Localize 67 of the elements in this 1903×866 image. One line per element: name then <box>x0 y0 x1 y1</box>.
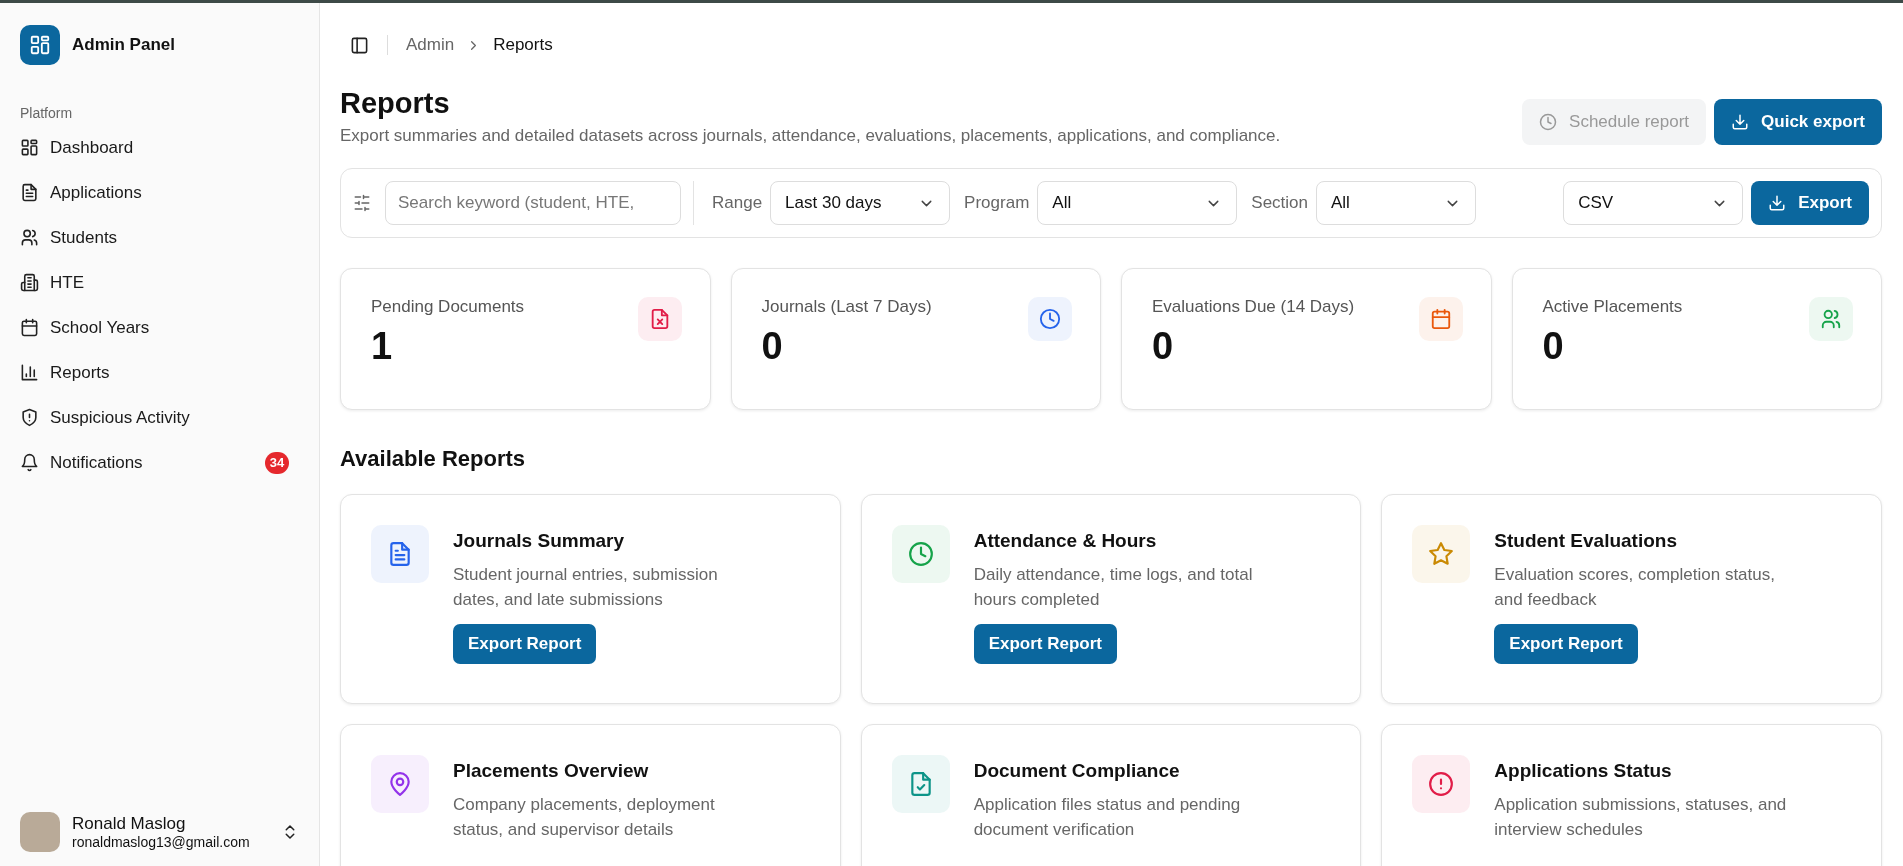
sidebar-item[interactable]: Dashboard <box>12 129 307 166</box>
stat-value: 0 <box>761 325 784 368</box>
report-title: Applications Status <box>1494 760 1672 782</box>
report-description: Student journal entries, submission dates, and late submissions <box>453 564 719 611</box>
sidebar-item[interactable]: Suspicious Activity <box>12 399 307 436</box>
shield-alert-icon <box>20 408 39 427</box>
breadcrumb-item[interactable]: Admin <box>406 35 455 55</box>
report-description: Evaluation scores, completion status, and feedback <box>1494 564 1776 611</box>
download-icon <box>1768 194 1787 212</box>
breadcrumb-item: Reports <box>493 35 553 55</box>
filter-label: Program <box>964 193 1030 213</box>
avatar-placeholder <box>20 812 60 852</box>
report-description: Application files status and pending document verification <box>973 794 1242 841</box>
section-heading: Available Reports <box>340 446 527 472</box>
report-title: Placements Overview <box>453 760 649 782</box>
export-report-button[interactable]: Export Report <box>1494 624 1638 664</box>
sidebar-item[interactable]: Students <box>12 219 307 256</box>
sidebar-item[interactable]: HTE <box>12 264 307 301</box>
user-email: ronaldmaslog13@gmail.com <box>72 834 251 850</box>
bar-chart-icon <box>20 363 39 382</box>
users-icon <box>20 228 39 247</box>
stat-value: 0 <box>1152 325 1175 368</box>
export-report-button[interactable]: Export Report <box>453 624 597 664</box>
report-description: Daily attendance, time logs, and total hours completed <box>973 564 1254 611</box>
section-label: Platform <box>20 105 74 121</box>
stat-value: 1 <box>371 325 394 368</box>
sidebar-item[interactable]: Applications <box>12 174 307 211</box>
sidebar-item[interactable]: Reports <box>12 354 307 391</box>
building-icon <box>20 273 39 292</box>
export-report-button[interactable]: Export Report <box>973 624 1117 664</box>
sidebar-toggle-button[interactable] <box>350 35 369 55</box>
stat-label: Active Placements <box>1542 297 1684 317</box>
report-title: Attendance & Hours <box>973 530 1157 552</box>
notification-badge: 34 <box>265 451 289 474</box>
sliders-icon <box>353 194 371 212</box>
clock-icon <box>1539 113 1558 131</box>
filter-label: Section <box>1251 193 1308 213</box>
download-icon <box>1731 113 1750 131</box>
sidebar-toggle-icon <box>350 35 369 55</box>
report-title: Journals Summary <box>453 530 625 552</box>
document-icon <box>20 183 39 202</box>
report-description: Application submissions, statuses, and interview schedules <box>1494 794 1788 841</box>
bell-icon <box>20 453 39 472</box>
quick-export-button[interactable]: Quick export <box>1714 99 1882 145</box>
calendar-icon <box>20 318 39 337</box>
stat-label: Evaluations Due (14 Days) <box>1152 297 1356 317</box>
stat-value: 0 <box>1542 325 1565 368</box>
page-subtitle: Export summaries and detailed datasets across journals, attendance, evaluations, placements, applications, and compliance. <box>340 126 1282 146</box>
sidebar-item[interactable]: Notifications 34 <box>12 444 307 481</box>
stat-label: Journals (Last 7 Days) <box>761 297 933 317</box>
sidebar-item[interactable]: School Years <box>12 309 307 346</box>
filter-select[interactable]: All <box>1037 181 1238 225</box>
report-title: Student Evaluations <box>1494 530 1677 552</box>
search-field[interactable]: Search keyword (student, HTE, <box>385 181 681 225</box>
export-button[interactable]: Export <box>1751 181 1869 225</box>
grid-icon <box>20 138 39 157</box>
stat-label: Pending Documents <box>371 297 526 317</box>
format-select[interactable]: CSV <box>1563 181 1744 225</box>
app-title: Admin Panel <box>72 35 175 55</box>
page-title: Reports <box>340 87 451 120</box>
report-description: Company placements, deployment status, and supervisor details <box>453 794 716 841</box>
grid-icon <box>29 34 51 56</box>
filter-label: Range <box>712 193 763 213</box>
filter-select[interactable]: Last 30 days <box>770 181 951 225</box>
report-title: Document Compliance <box>973 760 1180 782</box>
user-name: Ronald Maslog <box>72 814 187 834</box>
filter-select[interactable]: All <box>1316 181 1476 225</box>
